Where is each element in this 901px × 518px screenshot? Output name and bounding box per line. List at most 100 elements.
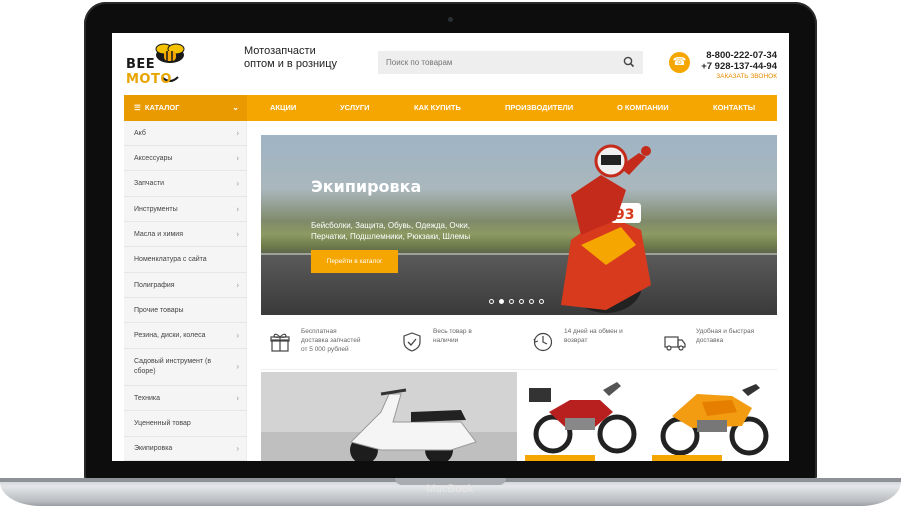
slider-dot[interactable] xyxy=(499,299,504,304)
feature-text: Удобная и быстрая доставка xyxy=(696,327,780,345)
chevron-right-icon: › xyxy=(236,330,239,340)
sidebar-item-label: Акб xyxy=(134,130,146,137)
slider-dot[interactable] xyxy=(529,299,534,304)
tagline-line-1: Мотозапчасти xyxy=(244,45,316,57)
sidebar-item-nomenclature[interactable]: Номенклатура с сайта xyxy=(124,247,247,273)
hero-banner[interactable]: 93 Экипировка Бейсболки, Защита, Обувь, … xyxy=(261,135,777,315)
slider-dot[interactable] xyxy=(519,299,524,304)
slider-dot[interactable] xyxy=(509,299,514,304)
sidebar-item-other[interactable]: Прочие товары xyxy=(124,298,247,323)
motorcycle-red-image xyxy=(529,382,637,454)
macbook-frame: BEEMOTO Мотозапчасти оптом и в розницу ☎… xyxy=(0,0,901,518)
product-tag xyxy=(652,455,722,461)
sidebar-item-label: Номенклатура с сайта xyxy=(134,256,207,263)
sidebar-item-tools[interactable]: Инструменты › xyxy=(124,197,247,222)
logo-text: BEEMOTO xyxy=(126,57,216,87)
macbook-label: MacBook xyxy=(426,483,474,495)
sidebar-item-label: Садовый инструмент (в сборе) xyxy=(134,358,212,375)
slider-dot[interactable] xyxy=(489,299,494,304)
sidebar-item-discounted[interactable]: Уцененный товар xyxy=(124,411,247,437)
feature-returns: 14 дней на обмен и возврат xyxy=(532,327,654,359)
motorcycle-orange-image xyxy=(660,384,769,456)
truck-icon xyxy=(664,336,686,351)
sidebar-item-akb[interactable]: Акб › xyxy=(124,121,247,146)
sidebar-item-oils[interactable]: Масла и химия › xyxy=(124,222,247,247)
chevron-down-icon: ⌄ xyxy=(232,103,239,112)
sidebar-item-printing[interactable]: Полиграфия › xyxy=(124,273,247,298)
hero-title: Экипировка xyxy=(311,177,422,196)
logo-text-moto: MOTO xyxy=(126,72,172,87)
nav-item-about[interactable]: О КОМПАНИИ xyxy=(617,95,669,121)
search-icon[interactable] xyxy=(622,55,636,69)
chevron-right-icon: › xyxy=(236,362,239,371)
chevron-right-icon: › xyxy=(236,178,239,188)
feature-text-line: Бесплатная xyxy=(301,328,337,335)
hero-description-line-1: Бейсболки, Защита, Обувь, Одежда, Очки, xyxy=(311,221,470,230)
gift-icon xyxy=(270,333,290,352)
feature-text-line: 14 дней на обмен и xyxy=(564,328,623,335)
feature-text: Весь товар в наличии xyxy=(433,327,523,345)
nav-item-promo[interactable]: АКЦИИ xyxy=(270,95,296,121)
nav-item-contacts[interactable]: КОНТАКТЫ xyxy=(713,95,755,121)
feature-in-stock: Весь товар в наличии xyxy=(401,327,523,359)
chevron-right-icon: › xyxy=(236,153,239,163)
feature-text-line: возврат xyxy=(564,337,588,344)
nav-item-services[interactable]: УСЛУГИ xyxy=(340,95,369,121)
chevron-right-icon: › xyxy=(236,443,239,453)
site-tagline: Мотозапчасти оптом и в розницу xyxy=(244,45,337,71)
browser-screen: BEEMOTO Мотозапчасти оптом и в розницу ☎… xyxy=(112,33,789,461)
menu-icon: ☰ xyxy=(134,103,141,112)
product-tile-motorcycle-orange[interactable] xyxy=(652,372,777,461)
search-input[interactable] xyxy=(378,51,643,74)
chevron-right-icon: › xyxy=(236,204,239,214)
feature-free-delivery: Бесплатная доставка запчастей от 5 000 р… xyxy=(269,327,391,359)
phone-number-1[interactable]: 8-800-222-07-34 xyxy=(694,50,777,61)
catalog-button[interactable]: ☰ КАТАЛОГ ⌄ xyxy=(124,95,247,121)
feature-text-line: от 5 000 рублей xyxy=(301,346,349,353)
phone-numbers[interactable]: 8-800-222-07-34 +7 928-137-44-94 xyxy=(694,50,777,72)
hero-description-line-2: Перчатки, Подшлемники, Рюкзаки, Шлемы xyxy=(311,232,471,241)
sidebar-item-tires[interactable]: Резина, диски, колеса › xyxy=(124,323,247,349)
feature-text-line: доставка xyxy=(696,337,724,344)
sidebar-item-parts[interactable]: Запчасти › xyxy=(124,171,247,197)
phone-number-2[interactable]: +7 928-137-44-94 xyxy=(694,61,777,72)
feature-text-line: Удобная и быстрая xyxy=(696,328,755,335)
nav-item-manufacturers[interactable]: ПРОИЗВОДИТЕЛИ xyxy=(505,95,573,121)
hero-catalog-button[interactable]: Перейти в каталог xyxy=(311,250,398,273)
callback-link[interactable]: ЗАКАЗАТЬ ЗВОНОК xyxy=(694,73,777,80)
sidebar-item-garden[interactable]: Садовый инструмент (в сборе) › xyxy=(124,349,247,386)
feature-text-line: наличии xyxy=(433,337,459,344)
section-divider xyxy=(261,369,777,370)
shield-check-icon xyxy=(403,332,421,352)
sidebar-item-label: Резина, диски, колеса xyxy=(134,332,206,339)
chevron-right-icon: › xyxy=(236,128,239,138)
phone-icon[interactable]: ☎ xyxy=(669,52,690,73)
sidebar-item-accessories[interactable]: Аксессуары › xyxy=(124,146,247,171)
sidebar-item-label: Техника xyxy=(134,395,161,402)
sidebar-item-label: Полиграфия xyxy=(134,282,175,289)
nav-item-how-to-buy[interactable]: КАК КУПИТЬ xyxy=(414,95,461,121)
chevron-right-icon: › xyxy=(236,280,239,290)
feature-text: Бесплатная доставка запчастей от 5 000 р… xyxy=(301,327,391,354)
site-logo[interactable]: BEEMOTO xyxy=(124,41,216,87)
product-tile-scooter[interactable] xyxy=(261,372,517,461)
product-tag xyxy=(525,455,595,461)
sidebar-item-machinery[interactable]: Техника › xyxy=(124,386,247,411)
sidebar-item-gear[interactable]: Экипировка › xyxy=(124,437,247,461)
logo-text-bee: BEE xyxy=(126,57,156,72)
sidebar-item-label: Уцененный товар xyxy=(134,420,191,427)
tagline-line-2: оптом и в розницу xyxy=(244,58,338,70)
catalog-label: КАТАЛОГ xyxy=(144,103,180,112)
sidebar-item-label: Аксессуары xyxy=(134,155,173,162)
motorcycle-rider-image: 93 xyxy=(561,144,651,313)
slider-dot[interactable] xyxy=(539,299,544,304)
hero-description: Бейсболки, Защита, Обувь, Одежда, Очки, … xyxy=(311,220,501,242)
product-tile-motorcycle-red[interactable] xyxy=(525,372,645,461)
sidebar-item-label: Масла и химия xyxy=(134,231,184,238)
sidebar-item-label: Прочие товары xyxy=(134,307,184,314)
feature-text: 14 дней на обмен и возврат xyxy=(564,327,654,345)
clock-icon xyxy=(533,332,553,352)
chevron-right-icon: › xyxy=(236,393,239,403)
feature-text-line: Весь товар в xyxy=(433,328,472,335)
sidebar-item-label: Экипировка xyxy=(134,445,173,452)
